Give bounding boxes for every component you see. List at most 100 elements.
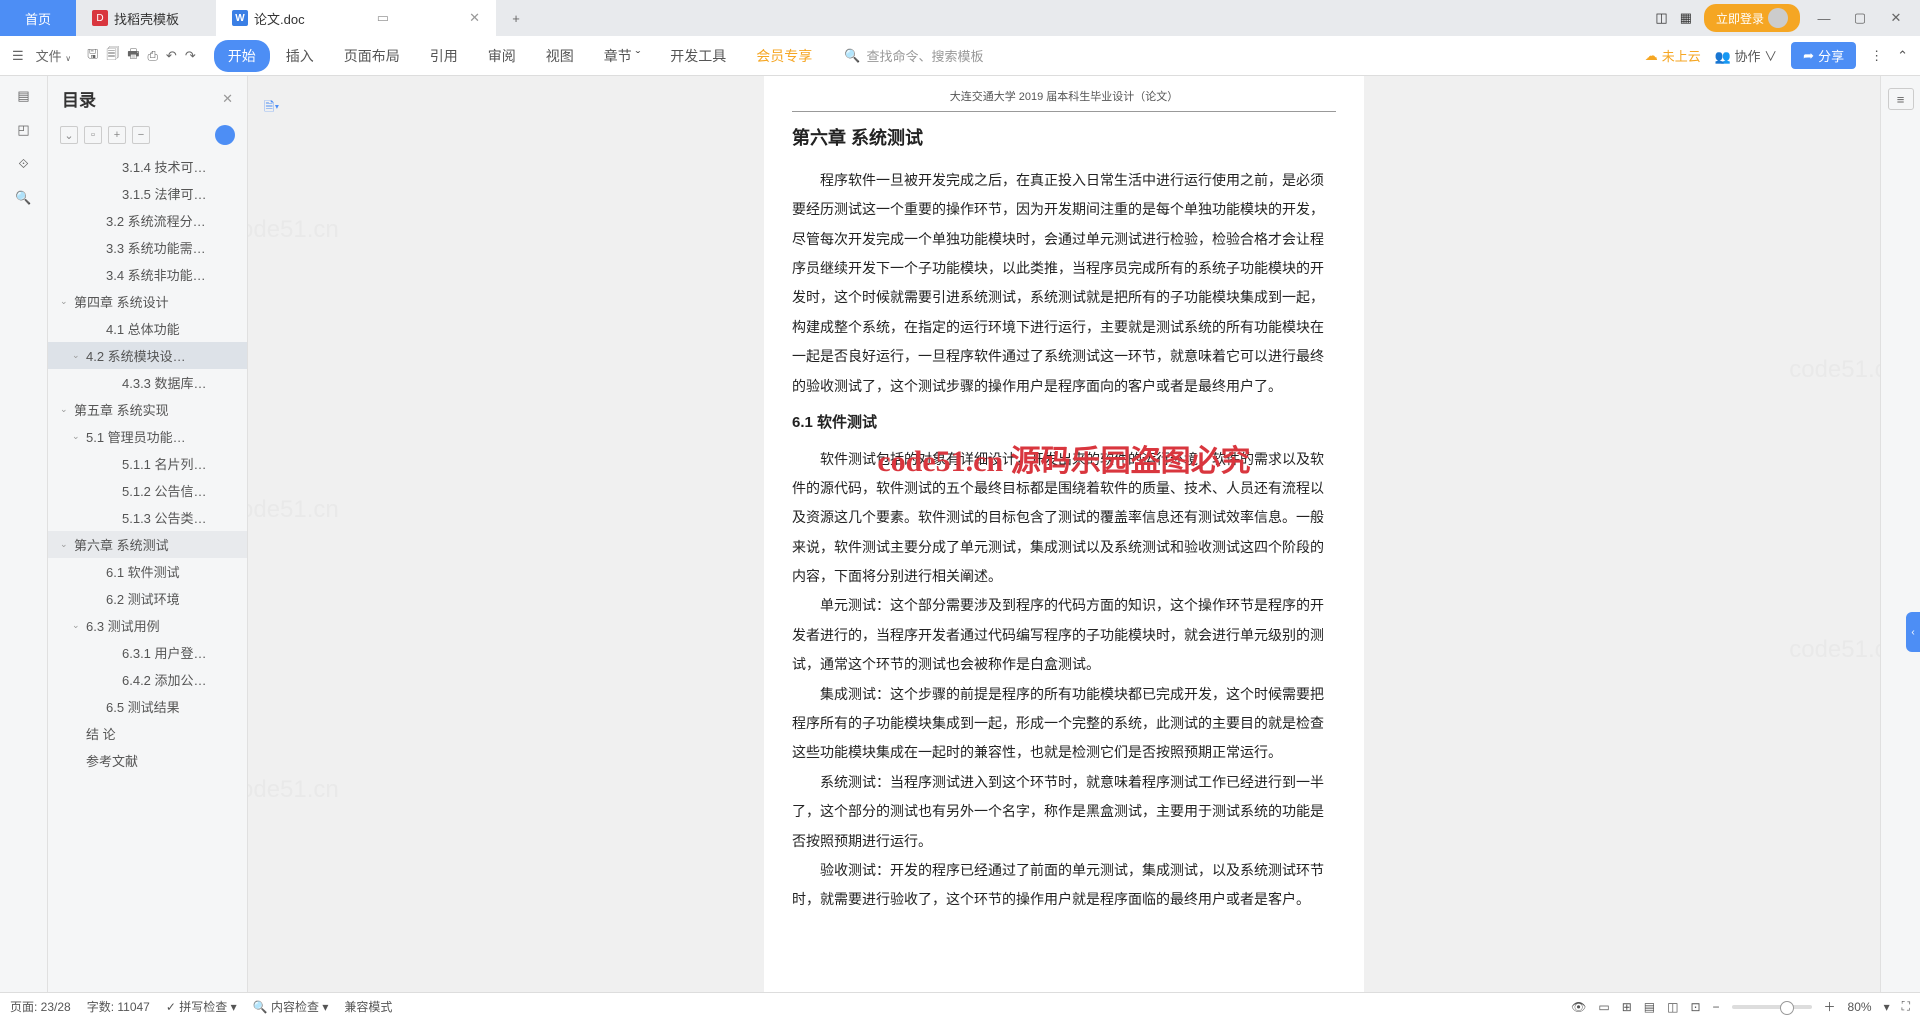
minimize-button[interactable]: — [1812, 11, 1836, 26]
outline-item[interactable]: 6.3.1 用户登… [48, 639, 247, 666]
side-drawer-toggle[interactable]: ‹ [1906, 612, 1920, 652]
zoom-fit-icon[interactable]: ⊡ [1690, 1000, 1700, 1014]
ai-assistant-icon[interactable] [215, 125, 235, 145]
undo-icon[interactable]: ↶ [166, 48, 177, 64]
tab-ref[interactable]: 引用 [416, 40, 472, 72]
level-down-icon[interactable]: − [132, 126, 150, 144]
tab-review[interactable]: 审阅 [474, 40, 530, 72]
spellcheck-button[interactable]: ✓ 拼写检查 ▾ [166, 998, 237, 1015]
outline-item[interactable]: ⌄6.3 测试用例 [48, 612, 247, 639]
outline-item[interactable]: 3.4 系统非功能… [48, 261, 247, 288]
hamburger-icon[interactable]: ☰ [12, 48, 24, 64]
print-preview-icon[interactable]: ⎙ [148, 48, 158, 64]
more-icon[interactable]: ⋮ [1870, 48, 1883, 64]
apps-icon[interactable]: ▦ [1680, 10, 1692, 26]
zoom-in-icon[interactable]: ＋ [1824, 998, 1836, 1015]
tab-devtool[interactable]: 开发工具 [656, 40, 740, 72]
outline-item[interactable]: 5.1.3 公告类… [48, 504, 247, 531]
outline-item[interactable]: ⌄第五章 系统实现 [48, 396, 247, 423]
status-page[interactable]: 页面: 23/28 [10, 998, 71, 1015]
bookmark-icon[interactable]: ⟐ [18, 156, 28, 172]
close-panel-icon[interactable]: ✕ [222, 91, 233, 107]
collapse-all-icon[interactable]: ▫ [84, 126, 102, 144]
tab-add[interactable]: + [496, 0, 536, 36]
page-nav-icon[interactable]: 🗎▾ [264, 98, 279, 120]
outline-item[interactable]: 6.5 测试结果 [48, 693, 247, 720]
tab-document[interactable]: W 论文.doc ▭ ✕ [216, 0, 496, 36]
outline-item[interactable]: 5.1.2 公告信… [48, 477, 247, 504]
outline-item[interactable]: 4.1 总体功能 [48, 315, 247, 342]
outline-panel-icon[interactable]: ▤ [17, 88, 29, 104]
tab-layout[interactable]: 页面布局 [330, 40, 414, 72]
share-button[interactable]: ➦ 分享 [1791, 42, 1856, 69]
status-words[interactable]: 字数: 11047 [87, 998, 150, 1015]
saveas-icon[interactable]: 🗐 [106, 45, 119, 67]
outline-item[interactable]: ⌄ 第四章 系统设计 [48, 288, 247, 315]
outline-item-label: 第四章 系统设计 [74, 292, 169, 311]
tab-chapter[interactable]: 章节 ˇ [590, 40, 655, 72]
tab-start[interactable]: 开始 [214, 40, 270, 72]
zoom-slider[interactable] [1732, 1005, 1812, 1009]
close-window-button[interactable]: ✕ [1884, 10, 1908, 26]
tab-insert[interactable]: 插入 [272, 40, 328, 72]
outline-item[interactable]: 4.3.3 数据库… [48, 369, 247, 396]
outline-item[interactable]: 3.3 系统功能需… [48, 234, 247, 261]
outline-item-label: 6.3 测试用例 [86, 616, 160, 635]
find-icon[interactable]: 🔍 [15, 190, 31, 206]
redo-icon[interactable]: ↷ [185, 48, 196, 64]
zoom-out-icon[interactable]: − [1713, 1000, 1720, 1014]
paragraph: 系统测试：当程序测试进入到这个环节时，就意味着程序测试工作已经进行到一半了，这个… [792, 768, 1336, 856]
overlay-watermark: code51.cn 源码乐园盗图必究 [877, 436, 1250, 480]
tab-home[interactable]: 首页 [0, 0, 76, 36]
layout-icon[interactable]: ◫ [1655, 10, 1667, 26]
print-icon[interactable]: 🖶 [127, 45, 139, 67]
zoom-value[interactable]: 80% [1848, 1000, 1872, 1014]
titlebar-right: ◫ ▦ 立即登录 — ▢ ✕ [1655, 4, 1920, 32]
ribbon-right: ☁ 未上云 👥 协作 ∨ ➦ 分享 ⋮ ⌃ [1645, 42, 1908, 69]
presenter-icon[interactable]: ▭ [377, 10, 389, 26]
outline-item[interactable]: 结 论 [48, 720, 247, 747]
outline-item[interactable]: ⌄第六章 系统测试 [48, 531, 247, 558]
outline-item[interactable]: ⌄5.1 管理员功能… [48, 423, 247, 450]
thumbnails-icon[interactable]: ◰ [17, 122, 29, 138]
close-tab-icon[interactable]: ✕ [469, 10, 480, 26]
view-layout-icon[interactable]: ◫ [1667, 1000, 1678, 1014]
outline-item[interactable]: 6.2 测试环境 [48, 585, 247, 612]
login-button[interactable]: 立即登录 [1704, 4, 1800, 32]
contentcheck-button[interactable]: 🔍 内容检查 ▾ [253, 998, 329, 1015]
outline-toolbar: ⌄ ▫ + − [48, 121, 247, 153]
tab-view[interactable]: 视图 [532, 40, 588, 72]
outline-item-label: 4.1 总体功能 [106, 319, 180, 338]
outline-item[interactable]: 3.1.4 技术可… [48, 153, 247, 180]
view-outline-icon[interactable]: ▤ [1644, 1000, 1655, 1014]
outline-item[interactable]: 5.1.1 名片列… [48, 450, 247, 477]
expand-all-icon[interactable]: ⌄ [60, 126, 78, 144]
cloud-status[interactable]: ☁ 未上云 [1645, 46, 1701, 65]
maximize-button[interactable]: ▢ [1848, 10, 1872, 26]
file-menu[interactable]: 文件 ∨ [36, 46, 72, 65]
tab-template[interactable]: D 找稻壳模板 [76, 0, 216, 36]
login-label: 立即登录 [1716, 10, 1764, 27]
document-area[interactable]: 🗎▾ code51.cn code51.cn code51.cn code51.… [248, 76, 1880, 992]
status-bar: 页面: 23/28 字数: 11047 ✓ 拼写检查 ▾ 🔍 内容检查 ▾ 兼容… [0, 992, 1920, 1020]
tab-vip[interactable]: 会员专享 [742, 40, 826, 72]
zoom-dropdown-icon[interactable]: ▾ [1884, 1000, 1890, 1014]
status-compat[interactable]: 兼容模式 [344, 998, 392, 1015]
collapse-ribbon-icon[interactable]: ⌃ [1897, 48, 1908, 64]
view-web-icon[interactable]: ⊞ [1622, 1000, 1632, 1014]
search-input[interactable]: 🔍 查找命令、搜索模板 [844, 46, 983, 65]
right-panel-toggle-icon[interactable]: ≡ [1888, 88, 1914, 110]
outline-item[interactable]: 3.2 系统流程分… [48, 207, 247, 234]
outline-item[interactable]: 参考文献 [48, 747, 247, 774]
view-read-icon[interactable]: 👁 [1571, 1000, 1586, 1014]
level-up-icon[interactable]: + [108, 126, 126, 144]
fullscreen-icon[interactable]: ⛶ [1902, 999, 1910, 1014]
collab-button[interactable]: 👥 协作 ∨ [1715, 46, 1777, 65]
outline-item[interactable]: 6.1 软件测试 [48, 558, 247, 585]
save-icon[interactable]: 🖫 [87, 45, 98, 67]
view-page-icon[interactable]: ▭ [1598, 1000, 1609, 1014]
outline-item[interactable]: 3.1.5 法律可… [48, 180, 247, 207]
caret-icon: ⌄ [60, 296, 70, 307]
outline-item[interactable]: ⌄4.2 系统模块设… [48, 342, 247, 369]
outline-item[interactable]: 6.4.2 添加公… [48, 666, 247, 693]
